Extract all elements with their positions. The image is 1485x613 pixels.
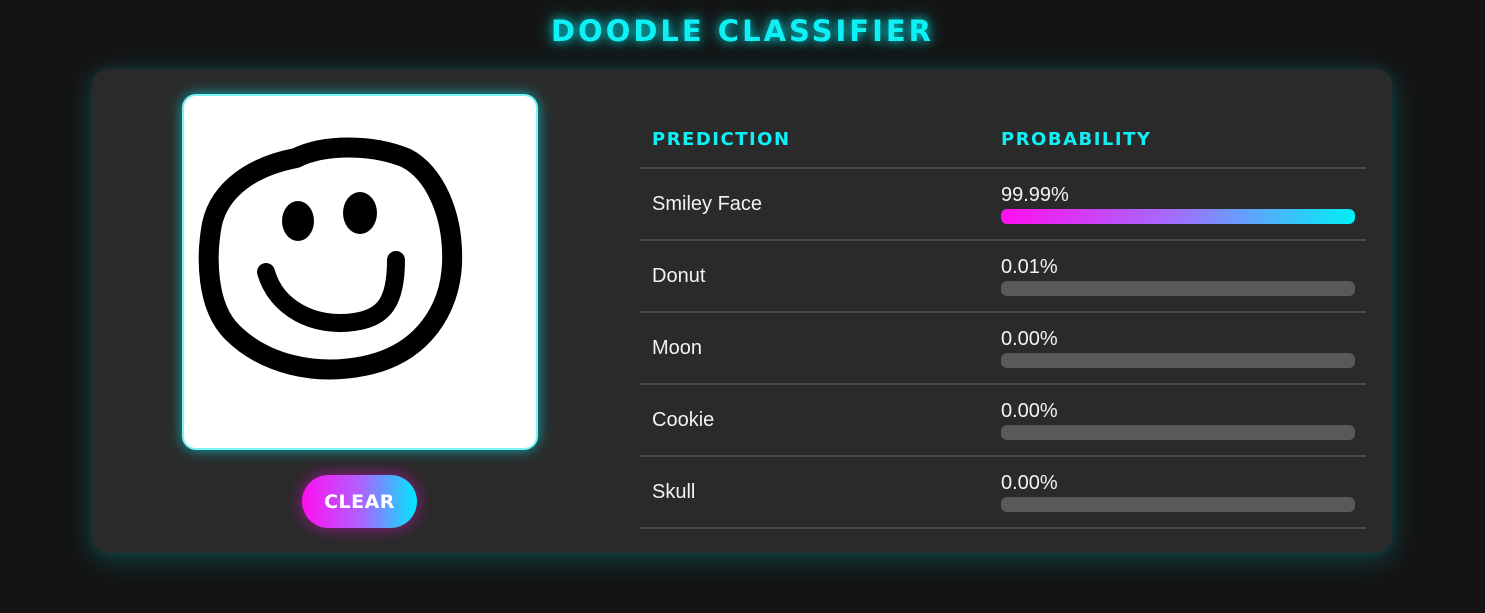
prediction-label: Skull — [652, 481, 696, 503]
probability-text: 0.00% — [1001, 400, 1058, 422]
prediction-column-header: PREDICTION — [652, 129, 791, 150]
table-row: Skull 0.00% — [640, 457, 1366, 529]
table-row: Donut 0.01% — [640, 241, 1366, 313]
app-title: DOODLE CLASSIFIER — [550, 14, 935, 48]
probability-bar — [1001, 425, 1355, 440]
probability-bar — [1001, 353, 1355, 368]
table-row: Cookie 0.00% — [640, 385, 1366, 457]
prediction-label: Cookie — [652, 409, 715, 431]
table-row: Moon 0.00% — [640, 313, 1366, 385]
main-panel: CLEAR PREDICTION PROBABILITY Smiley Face… — [92, 69, 1392, 553]
probability-bar — [1001, 281, 1355, 296]
drawing-canvas[interactable] — [182, 94, 538, 450]
probability-bar-fill — [1001, 209, 1355, 224]
clear-button[interactable]: CLEAR — [302, 475, 417, 528]
smiley-doodle-icon — [198, 137, 463, 380]
probability-text: 0.00% — [1001, 472, 1058, 494]
probability-text: 0.00% — [1001, 328, 1058, 350]
probability-text: 99.99% — [1001, 184, 1069, 206]
prediction-table: PREDICTION PROBABILITY Smiley Face 99.99… — [640, 115, 1366, 529]
prediction-label: Donut — [652, 265, 706, 287]
prediction-label: Moon — [652, 337, 703, 359]
probability-bar — [1001, 209, 1355, 224]
probability-column-header: PROBABILITY — [1001, 129, 1152, 150]
prediction-label: Smiley Face — [652, 193, 763, 215]
probability-bar — [1001, 497, 1355, 512]
table-row: Smiley Face 99.99% — [640, 169, 1366, 241]
table-header: PREDICTION PROBABILITY — [640, 115, 1366, 169]
probability-text: 0.01% — [1001, 256, 1058, 278]
